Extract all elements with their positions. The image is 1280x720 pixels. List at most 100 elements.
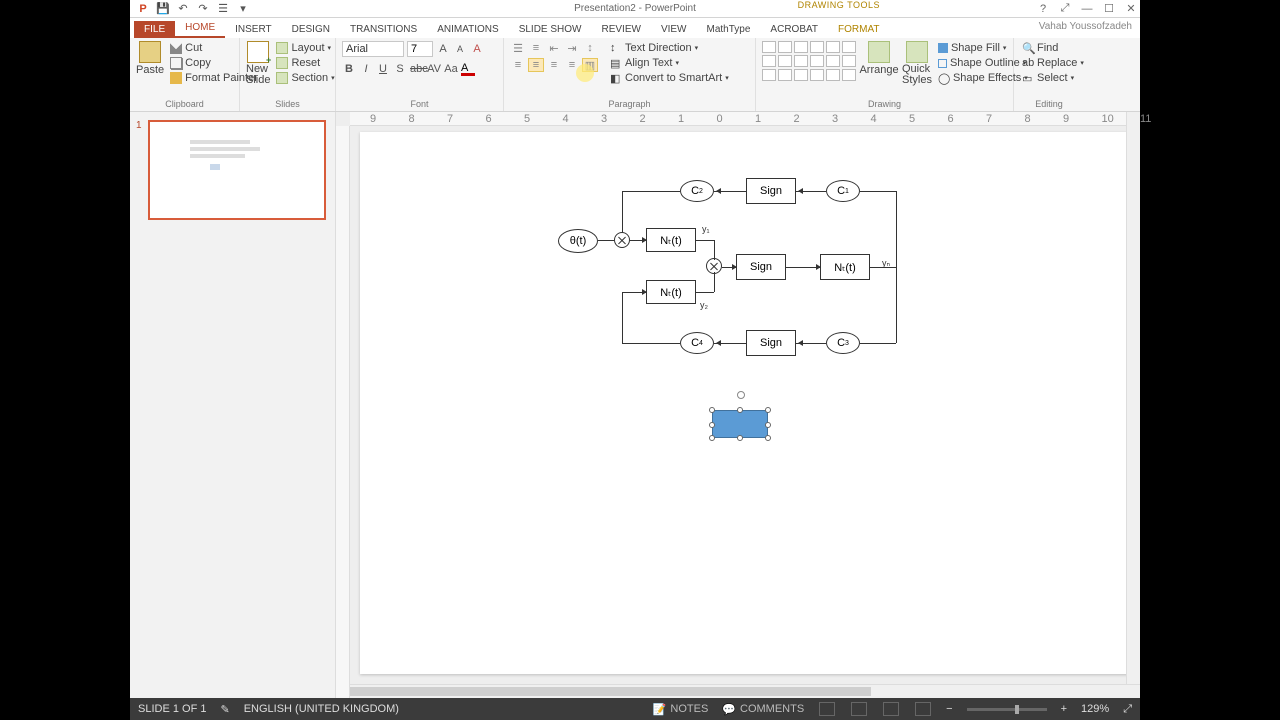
slideshow-view-button[interactable]: [915, 702, 931, 716]
zoom-out-button[interactable]: −: [946, 703, 952, 715]
vertical-ruler[interactable]: [336, 126, 350, 698]
node-n-out[interactable]: Nₜ(t): [820, 254, 870, 280]
close-icon[interactable]: ✕: [1124, 2, 1138, 16]
help-icon[interactable]: ?: [1036, 2, 1050, 16]
align-right-button[interactable]: ≡: [546, 58, 562, 72]
reading-view-button[interactable]: [883, 702, 899, 716]
tab-insert[interactable]: INSERT: [225, 21, 282, 38]
ribbon-collapse-icon[interactable]: ⤢: [1058, 2, 1072, 16]
node-c1[interactable]: C1: [826, 180, 860, 202]
shrink-font-icon[interactable]: A: [453, 44, 467, 54]
new-slide-button[interactable]: New Slide: [246, 41, 270, 86]
minimize-icon[interactable]: —: [1080, 2, 1094, 16]
thumbnail-preview[interactable]: [148, 120, 326, 220]
align-left-button[interactable]: ≡: [510, 58, 526, 72]
indent-dec-button[interactable]: ⇤: [546, 41, 562, 55]
horizontal-ruler[interactable]: 98765432101234567891011: [350, 112, 1140, 126]
rotation-handle-icon[interactable]: [737, 391, 745, 399]
bold-button[interactable]: B: [342, 63, 356, 75]
signed-in-user[interactable]: Vahab Youssofzadeh: [1039, 21, 1132, 32]
columns-button[interactable]: ▥: [582, 58, 598, 72]
smartart-button[interactable]: ◧Convert to SmartArt▾: [608, 71, 731, 85]
line-spacing-button[interactable]: ↕: [582, 41, 598, 55]
strike-button[interactable]: abc: [410, 63, 424, 75]
justify-button[interactable]: ≡: [564, 58, 580, 72]
tab-design[interactable]: DESIGN: [282, 21, 340, 38]
tab-mathtype[interactable]: MathType: [697, 21, 761, 38]
node-sign-top[interactable]: Sign: [746, 178, 796, 204]
node-c2[interactable]: C2: [680, 180, 714, 202]
node-sign-mid[interactable]: Sign: [736, 254, 786, 280]
clear-formatting-icon[interactable]: A: [470, 43, 484, 55]
node-c3[interactable]: C3: [826, 332, 860, 354]
zoom-level[interactable]: 129%: [1081, 703, 1109, 715]
text-direction-button[interactable]: ↕Text Direction▾: [608, 41, 731, 55]
shapes-gallery[interactable]: [762, 41, 856, 81]
tab-animations[interactable]: ANIMATIONS: [427, 21, 508, 38]
language-indicator[interactable]: ENGLISH (UNITED KINGDOM): [244, 703, 399, 715]
tab-format[interactable]: FORMAT: [828, 21, 889, 38]
slide-counter[interactable]: SLIDE 1 OF 1: [138, 703, 206, 715]
replace-button[interactable]: abReplace▾: [1020, 56, 1086, 70]
resize-handle[interactable]: [709, 422, 715, 428]
touch-mode-icon[interactable]: ☰: [216, 2, 230, 16]
resize-handle[interactable]: [709, 407, 715, 413]
find-button[interactable]: 🔍Find: [1020, 41, 1086, 55]
grow-font-icon[interactable]: A: [436, 43, 450, 55]
tab-view[interactable]: VIEW: [651, 21, 697, 38]
sum-left[interactable]: [614, 232, 630, 248]
slide-thumbnail-pane[interactable]: 1: [130, 112, 336, 698]
slide[interactable]: C2 Sign C1 θ(t) Nₜ(t) y₁ Sign Nₜ(t) yₙ N…: [360, 132, 1130, 674]
horizontal-scrollbar[interactable]: [350, 684, 1140, 698]
notes-button[interactable]: 📝 NOTES: [653, 703, 709, 716]
underline-button[interactable]: U: [376, 63, 390, 75]
shadow-button[interactable]: S: [393, 63, 407, 75]
tab-acrobat[interactable]: ACROBAT: [760, 21, 828, 38]
selected-shape[interactable]: [712, 410, 768, 438]
tab-review[interactable]: REVIEW: [591, 21, 650, 38]
align-center-button[interactable]: ≡: [528, 58, 544, 72]
tab-home[interactable]: HOME: [175, 19, 225, 38]
undo-icon[interactable]: ↶: [176, 2, 190, 16]
resize-handle[interactable]: [765, 407, 771, 413]
indent-inc-button[interactable]: ⇥: [564, 41, 580, 55]
italic-button[interactable]: I: [359, 63, 373, 75]
align-text-button[interactable]: ▤Align Text▾: [608, 56, 731, 70]
qat-more-icon[interactable]: ▾: [236, 2, 250, 16]
sorter-view-button[interactable]: [851, 702, 867, 716]
scroll-thumb[interactable]: [350, 687, 871, 696]
bullets-button[interactable]: ☰: [510, 41, 526, 55]
resize-handle[interactable]: [709, 435, 715, 441]
arrange-button[interactable]: Arrange: [860, 41, 898, 76]
resize-handle[interactable]: [765, 422, 771, 428]
zoom-knob[interactable]: [1015, 705, 1019, 714]
font-size-combo[interactable]: 7: [407, 41, 433, 57]
tab-transitions[interactable]: TRANSITIONS: [340, 21, 427, 38]
normal-view-button[interactable]: [819, 702, 835, 716]
tab-file[interactable]: FILE: [134, 21, 175, 38]
zoom-slider[interactable]: [967, 708, 1047, 711]
numbering-button[interactable]: ≡: [528, 41, 544, 55]
node-n1[interactable]: Nₜ(t): [646, 228, 696, 252]
resize-handle[interactable]: [737, 407, 743, 413]
select-button[interactable]: ▭Select▾: [1020, 71, 1086, 85]
reset-button[interactable]: Reset: [274, 56, 336, 70]
section-button[interactable]: Section▾: [274, 71, 336, 85]
zoom-in-button[interactable]: +: [1061, 703, 1067, 715]
paste-button[interactable]: Paste: [136, 41, 164, 76]
tab-slideshow[interactable]: SLIDE SHOW: [509, 21, 592, 38]
node-input[interactable]: θ(t): [558, 229, 598, 253]
maximize-icon[interactable]: ☐: [1102, 2, 1116, 16]
resize-handle[interactable]: [737, 435, 743, 441]
vertical-scrollbar[interactable]: [1126, 112, 1140, 684]
font-color-button[interactable]: A: [461, 62, 475, 76]
change-case-button[interactable]: Aa: [444, 63, 458, 75]
redo-icon[interactable]: ↷: [196, 2, 210, 16]
node-c4[interactable]: C4: [680, 332, 714, 354]
node-n2[interactable]: Nₜ(t): [646, 280, 696, 304]
comments-button[interactable]: 💬 COMMENTS: [722, 703, 804, 716]
resize-handle[interactable]: [765, 435, 771, 441]
char-spacing-button[interactable]: AV: [427, 63, 441, 75]
node-sign-bot[interactable]: Sign: [746, 330, 796, 356]
layout-button[interactable]: Layout▾: [274, 41, 336, 55]
